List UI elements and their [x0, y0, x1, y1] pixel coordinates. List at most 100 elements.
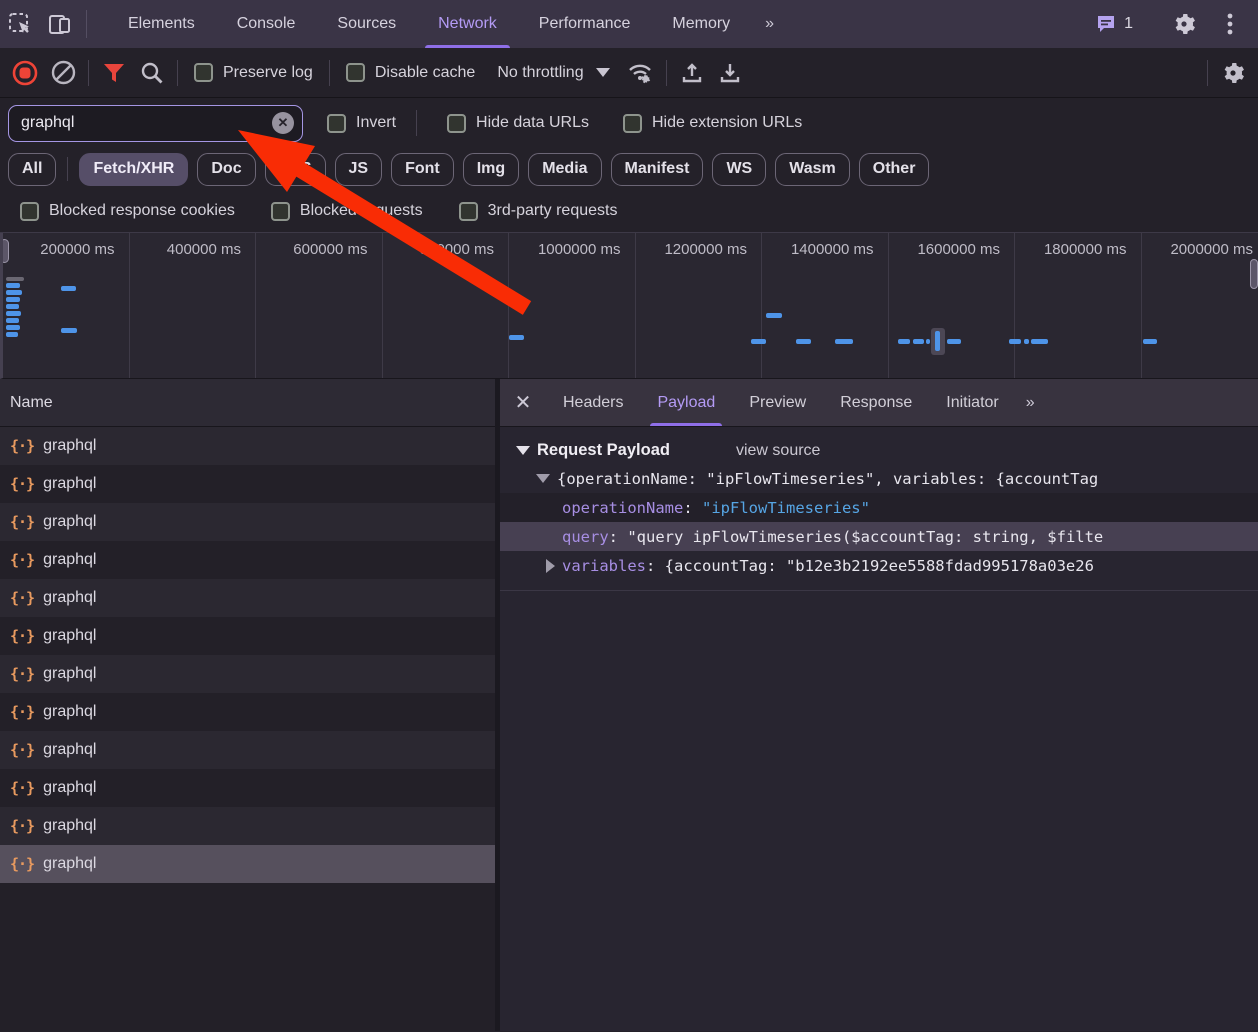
chip-media[interactable]: Media [528, 153, 601, 186]
devtools-tabbar: ElementsConsoleSourcesNetworkPerformance… [0, 0, 1258, 48]
import-har-icon[interactable] [673, 54, 711, 92]
chip-all[interactable]: All [8, 153, 56, 186]
network-overview-timeline[interactable]: 200000 ms400000 ms600000 ms800000 ms1000… [0, 233, 1258, 379]
throttling-select[interactable]: No throttling [485, 64, 621, 82]
request-name: graphql [43, 665, 96, 683]
more-detail-tabs-icon[interactable]: » [1016, 379, 1047, 426]
device-toolbar-icon[interactable] [40, 0, 80, 48]
chip-other[interactable]: Other [859, 153, 930, 186]
blocked-requests-checkbox[interactable]: Blocked requests [261, 202, 433, 221]
search-icon[interactable] [133, 54, 171, 92]
filter-funnel-icon[interactable] [95, 54, 133, 92]
export-har-icon[interactable] [711, 54, 749, 92]
json-braces-icon: {·} [10, 817, 34, 835]
tab-initiator[interactable]: Initiator [929, 379, 1015, 426]
toolbar-divider [86, 10, 87, 38]
chip-css[interactable]: CSS [265, 153, 326, 186]
checkbox [20, 202, 39, 221]
chip-img[interactable]: Img [463, 153, 519, 186]
toolbar-divider [416, 110, 417, 136]
disable-cache-checkbox[interactable]: Disable cache [336, 63, 486, 82]
detail-tabs: HeadersPayloadPreviewResponseInitiator [546, 379, 1016, 426]
chip-font[interactable]: Font [391, 153, 454, 186]
hide-data-urls-checkbox[interactable]: Hide data URLs [437, 114, 599, 133]
chip-js[interactable]: JS [335, 153, 383, 186]
chip-wasm[interactable]: Wasm [775, 153, 850, 186]
payload-variables-row[interactable]: variables: {accountTag: "b12e3b2192ee558… [500, 551, 1258, 580]
timeline-request-bar [6, 304, 19, 309]
tab-response[interactable]: Response [823, 379, 929, 426]
issues-count: 1 [1124, 15, 1133, 33]
name-column-label: Name [10, 394, 53, 412]
timeline-request-bar [6, 311, 21, 316]
invert-checkbox[interactable]: Invert [317, 114, 406, 133]
table-row[interactable]: {·}graphql [0, 541, 495, 579]
table-row[interactable]: {·}graphql [0, 579, 495, 617]
payload-key: operationName [562, 499, 683, 517]
request-name: graphql [43, 551, 96, 569]
view-source-link[interactable]: view source [736, 442, 820, 460]
json-braces-icon: {·} [10, 665, 34, 683]
network-conditions-icon[interactable] [622, 54, 660, 92]
chip-manifest[interactable]: Manifest [611, 153, 704, 186]
expand-triangle-icon[interactable] [546, 559, 555, 573]
table-row[interactable]: {·}graphql [0, 617, 495, 655]
table-row[interactable]: {·}graphql [0, 769, 495, 807]
table-row[interactable]: {·}graphql [0, 693, 495, 731]
more-tabs-icon[interactable]: » [751, 0, 790, 48]
chip-ws[interactable]: WS [712, 153, 766, 186]
hide-extension-urls-checkbox[interactable]: Hide extension URLs [613, 114, 812, 133]
tab-elements[interactable]: Elements [107, 0, 216, 48]
table-row[interactable]: {·}graphql [0, 465, 495, 503]
request-name: graphql [43, 779, 96, 797]
checkbox-label: Blocked response cookies [49, 202, 235, 220]
blocked-response-cookies-checkbox[interactable]: Blocked response cookies [10, 202, 245, 221]
filter-input[interactable]: graphql ✕ [8, 105, 303, 142]
gear-icon[interactable] [1164, 12, 1204, 36]
tab-memory[interactable]: Memory [651, 0, 751, 48]
timeline-scrollbar-handle[interactable] [1250, 259, 1258, 289]
table-row[interactable]: {·}graphql [0, 427, 495, 465]
record-icon[interactable] [6, 54, 44, 92]
kebab-menu-icon[interactable] [1210, 12, 1250, 36]
payload-operationname-row[interactable]: operationName: "ipFlowTimeseries" [500, 493, 1258, 522]
collapse-triangle-icon[interactable] [536, 474, 550, 483]
3rd-party-requests-checkbox[interactable]: 3rd-party requests [449, 202, 628, 221]
hide-data-urls-label: Hide data URLs [476, 114, 589, 132]
close-icon[interactable]: ✕ [500, 379, 546, 426]
chip-doc[interactable]: Doc [197, 153, 255, 186]
tab-performance[interactable]: Performance [518, 0, 652, 48]
inspect-icon[interactable] [0, 0, 40, 48]
tab-sources[interactable]: Sources [316, 0, 417, 48]
table-row[interactable]: {·}graphql [0, 731, 495, 769]
collapse-triangle-icon[interactable] [516, 446, 530, 455]
table-row[interactable]: {·}graphql [0, 807, 495, 845]
chevron-down-icon [596, 68, 610, 77]
clear-input-icon[interactable]: ✕ [272, 112, 294, 134]
chip-fetch-xhr[interactable]: Fetch/XHR [79, 153, 188, 186]
tab-payload[interactable]: Payload [640, 379, 732, 426]
request-name: graphql [43, 437, 96, 455]
table-row[interactable]: {·}graphql [0, 845, 495, 883]
json-braces-icon: {·} [10, 741, 34, 759]
timeline-request-bar [926, 339, 930, 344]
tab-headers[interactable]: Headers [546, 379, 640, 426]
payload-root-row[interactable]: {operationName: "ipFlowTimeseries", vari… [500, 464, 1258, 493]
tab-network[interactable]: Network [417, 0, 518, 48]
table-row[interactable]: {·}graphql [0, 503, 495, 541]
name-column-header[interactable]: Name [0, 379, 495, 427]
table-row[interactable]: {·} graphql [0, 655, 495, 693]
tab-console[interactable]: Console [216, 0, 317, 48]
tab-preview[interactable]: Preview [732, 379, 823, 426]
preserve-log-checkbox[interactable]: Preserve log [184, 63, 323, 82]
filter-row: graphql ✕ Invert Hide data URLs Hide ext… [0, 98, 1258, 148]
clear-icon[interactable] [44, 54, 82, 92]
network-settings-gear-icon[interactable] [1214, 54, 1252, 92]
timeline-left-handle[interactable] [0, 239, 9, 263]
checkbox [459, 202, 478, 221]
payload-key: variables [562, 557, 646, 575]
issues-badge[interactable]: 1 [1089, 13, 1139, 35]
payload-query-row[interactable]: query: "query ipFlowTimeseries($accountT… [500, 522, 1258, 551]
timeline-request-bar [835, 339, 853, 344]
payload-panel: Request Payload view source {operationNa… [500, 427, 1258, 1031]
